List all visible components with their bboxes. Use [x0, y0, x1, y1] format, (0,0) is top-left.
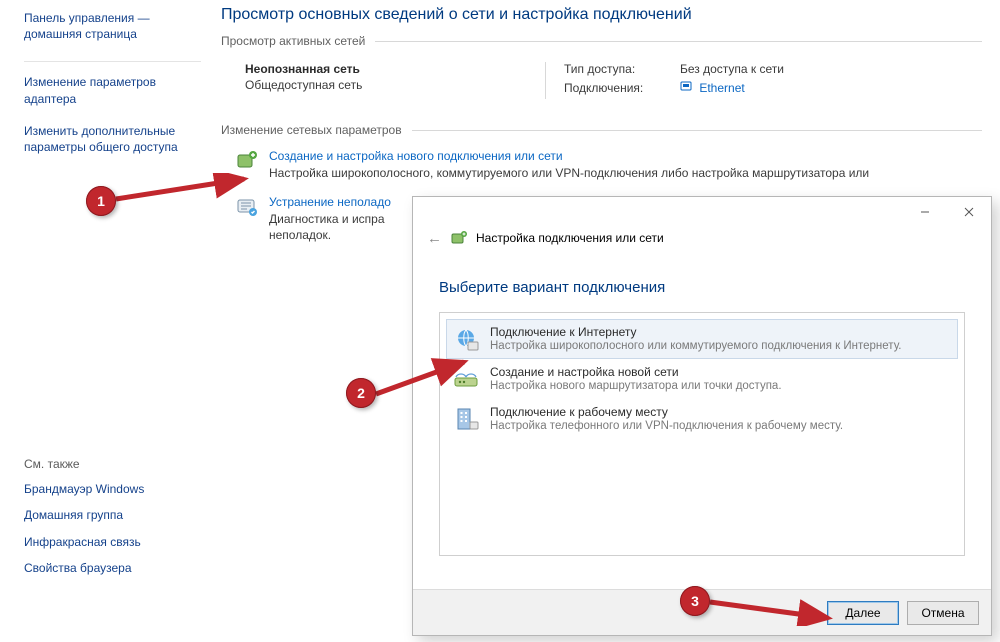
sidebar-home-link[interactable]: Панель управления — домашняя страница: [24, 10, 201, 42]
dialog-heading: Выберите вариант подключения: [439, 279, 965, 296]
annotation-arrow-1: [114, 173, 254, 205]
task-new-connection-desc: Настройка широкополосного, коммутируемог…: [269, 165, 869, 181]
connection-link-ethernet[interactable]: Ethernet: [680, 80, 745, 95]
connection-wizard-dialog: ← Настройка подключения или сети Выберит…: [412, 196, 992, 636]
annotation-marker-3: 3: [680, 586, 710, 616]
see-also-homegroup[interactable]: Домашняя группа: [24, 507, 201, 523]
task-new-connection-title: Создание и настройка нового подключения …: [269, 149, 869, 163]
option-workplace[interactable]: Подключение к рабочему месту Настройка т…: [446, 399, 958, 439]
ethernet-icon: [680, 81, 695, 95]
task-troubleshoot-title: Устранение неполадо: [269, 195, 391, 209]
option-workplace-title: Подключение к рабочему месту: [490, 405, 843, 419]
dialog-titlebar: [413, 197, 991, 227]
annotation-marker-1: 1: [86, 186, 116, 216]
divider: [24, 61, 201, 62]
task-troubleshoot-desc: Диагностика и испра неполадок.: [269, 211, 391, 243]
network-name: Неопознанная сеть: [245, 62, 545, 76]
option-new-network[interactable]: Создание и настройка новой сети Настройк…: [446, 359, 958, 399]
minimize-button[interactable]: [903, 197, 947, 227]
option-internet[interactable]: Подключение к Интернету Настройка широко…: [446, 319, 958, 359]
sidebar-link-sharing-settings[interactable]: Изменить дополнительные параметры общего…: [24, 123, 201, 155]
option-workplace-desc: Настройка телефонного или VPN-подключени…: [490, 420, 843, 432]
options-list: Подключение к Интернету Настройка широко…: [439, 312, 965, 556]
page-title: Просмотр основных сведений о сети и наст…: [221, 6, 982, 24]
sidebar: Панель управления — домашняя страница Из…: [0, 0, 215, 600]
annotation-marker-2: 2: [346, 378, 376, 408]
cancel-button[interactable]: Отмена: [907, 601, 979, 625]
option-internet-desc: Настройка широкополосного или коммутируе…: [490, 340, 901, 352]
active-networks-group: Просмотр активных сетей Неопознанная сет…: [221, 34, 982, 109]
option-new-network-title: Создание и настройка новой сети: [490, 365, 782, 379]
option-internet-title: Подключение к Интернету: [490, 325, 901, 339]
network-details: Тип доступа: Без доступа к сети Подключе…: [564, 62, 784, 99]
sidebar-link-adapter-settings[interactable]: Изменение параметров адаптера: [24, 74, 201, 106]
building-icon: [452, 405, 480, 433]
wizard-icon: [450, 229, 468, 247]
dialog-body: Выберите вариант подключения Подключение…: [413, 255, 991, 566]
network-identity: Неопознанная сеть Общедоступная сеть: [245, 62, 545, 99]
annotation-arrow-2: [374, 356, 474, 400]
network-category: Общедоступная сеть: [245, 78, 545, 92]
close-button[interactable]: [947, 197, 991, 227]
change-settings-legend: Изменение сетевых параметров: [221, 123, 412, 137]
task-new-connection[interactable]: Создание и настройка нового подключения …: [221, 145, 982, 191]
vertical-separator: [545, 62, 546, 99]
see-also-infrared[interactable]: Инфракрасная связь: [24, 534, 201, 550]
active-networks-legend: Просмотр активных сетей: [221, 34, 375, 48]
access-type-label: Тип доступа:: [564, 62, 662, 76]
access-type-value: Без доступа к сети: [680, 62, 784, 76]
annotation-arrow-3: [708, 596, 838, 626]
see-also-firewall[interactable]: Брандмауэр Windows: [24, 481, 201, 497]
dialog-nav-title: Настройка подключения или сети: [476, 231, 664, 245]
connections-label: Подключения:: [564, 81, 662, 95]
see-also-section: См. также Брандмауэр Windows Домашняя гр…: [24, 457, 201, 586]
back-arrow-icon[interactable]: ←: [427, 230, 442, 247]
see-also-browser-props[interactable]: Свойства браузера: [24, 560, 201, 576]
dialog-nav: ← Настройка подключения или сети: [413, 227, 991, 255]
globe-icon: [452, 325, 480, 353]
new-connection-icon: [235, 149, 259, 173]
see-also-heading: См. также: [24, 457, 201, 471]
option-new-network-desc: Настройка нового маршрутизатора или точк…: [490, 380, 782, 392]
